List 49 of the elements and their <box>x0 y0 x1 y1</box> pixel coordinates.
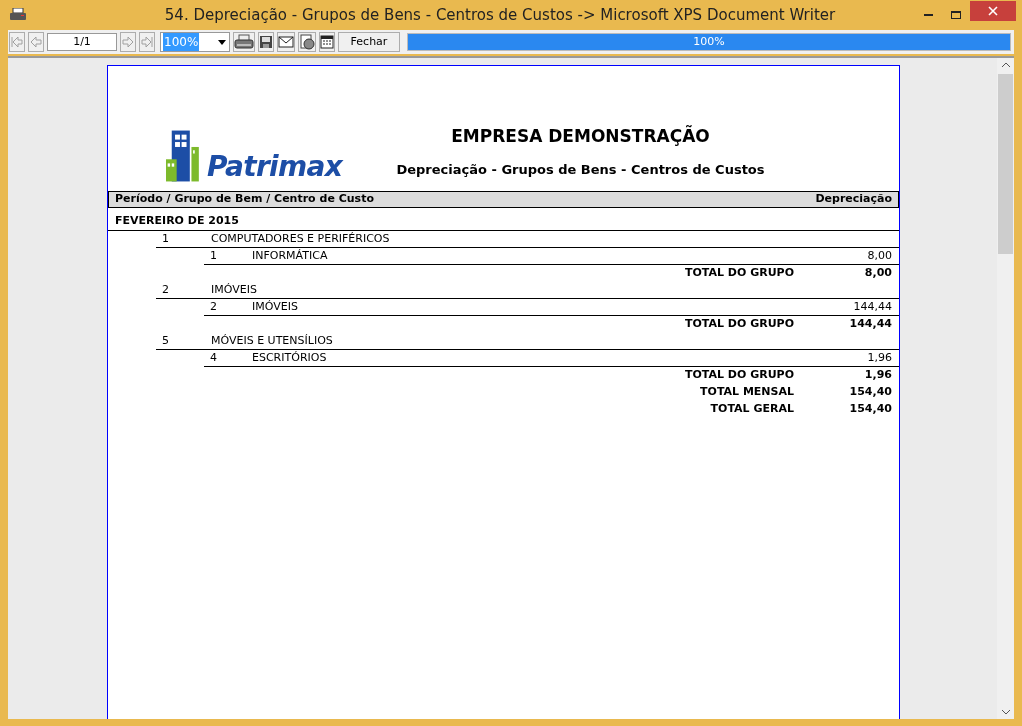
total-value: 154,40 <box>848 401 893 418</box>
mail-button[interactable] <box>277 32 295 52</box>
company-name: EMPRESA DEMONSTRAÇÃO <box>451 124 710 148</box>
print-button[interactable] <box>233 32 255 52</box>
close-preview-button[interactable]: Fechar <box>338 32 400 52</box>
total-value: 144,44 <box>848 316 893 333</box>
center-code: 1 <box>209 247 218 264</box>
calendar-button[interactable] <box>319 32 335 52</box>
depreciation-value: 144,44 <box>853 298 893 315</box>
group-name: IMÓVEIS <box>211 281 257 298</box>
period-label: FEVEREIRO DE 2015 <box>108 208 899 231</box>
column-title: Período / Grupo de Bem / Centro de Custo <box>115 191 374 208</box>
right-arrow-icon <box>121 35 135 49</box>
last-arrow-icon <box>140 35 154 49</box>
vertical-scrollbar[interactable] <box>997 58 1014 719</box>
center-name: IMÓVEIS <box>252 298 299 315</box>
center-name: ESCRITÓRIOS <box>252 349 328 366</box>
dropdown-arrow-icon <box>218 39 226 45</box>
center-code: 2 <box>209 298 218 315</box>
total-label: TOTAL GERAL <box>710 401 794 418</box>
group-name: MÓVEIS E UTENSÍLIOS <box>211 332 333 349</box>
page-field[interactable]: 1/1 <box>47 33 117 51</box>
progress-reading: 100% <box>692 34 726 50</box>
center-code: 4 <box>209 349 218 366</box>
total-label: TOTAL MENSAL <box>700 384 794 401</box>
left-arrow-icon <box>29 35 43 49</box>
total-label: TOTAL DO GRUPO <box>685 316 794 333</box>
group-code: 2 <box>161 281 170 298</box>
total-value: 154,40 <box>848 384 893 401</box>
window-title: 54. Depreciação - Grupos de Bens - Centros de Custos -> Microsoft XPS Document Writer <box>163 4 837 26</box>
group-name: COMPUTADORES E PERIFÉRICOS <box>211 230 390 247</box>
patrimax-logo: Patrimax <box>166 125 342 187</box>
group-code: 1 <box>161 230 170 247</box>
export-button[interactable] <box>298 32 316 52</box>
total-label: TOTAL DO GRUPO <box>685 367 794 384</box>
save-button[interactable] <box>258 32 274 52</box>
scrollbar-thumb[interactable] <box>998 74 1013 254</box>
depreciation-value: 1,96 <box>867 349 893 366</box>
printer-icon <box>10 8 26 22</box>
column-title: Depreciação <box>815 191 892 208</box>
center-name: INFORMÁTICA <box>252 247 329 264</box>
total-label: TOTAL DO GRUPO <box>685 265 794 282</box>
total-value: 1,96 <box>863 367 893 384</box>
group-code: 5 <box>161 332 170 349</box>
total-value: 8,00 <box>863 265 893 282</box>
first-arrow-icon <box>10 35 24 49</box>
report-title: Depreciação - Grupos de Bens - Centros de Custos <box>396 160 765 179</box>
close-icon <box>988 6 998 16</box>
depreciation-value: 8,00 <box>867 247 893 264</box>
